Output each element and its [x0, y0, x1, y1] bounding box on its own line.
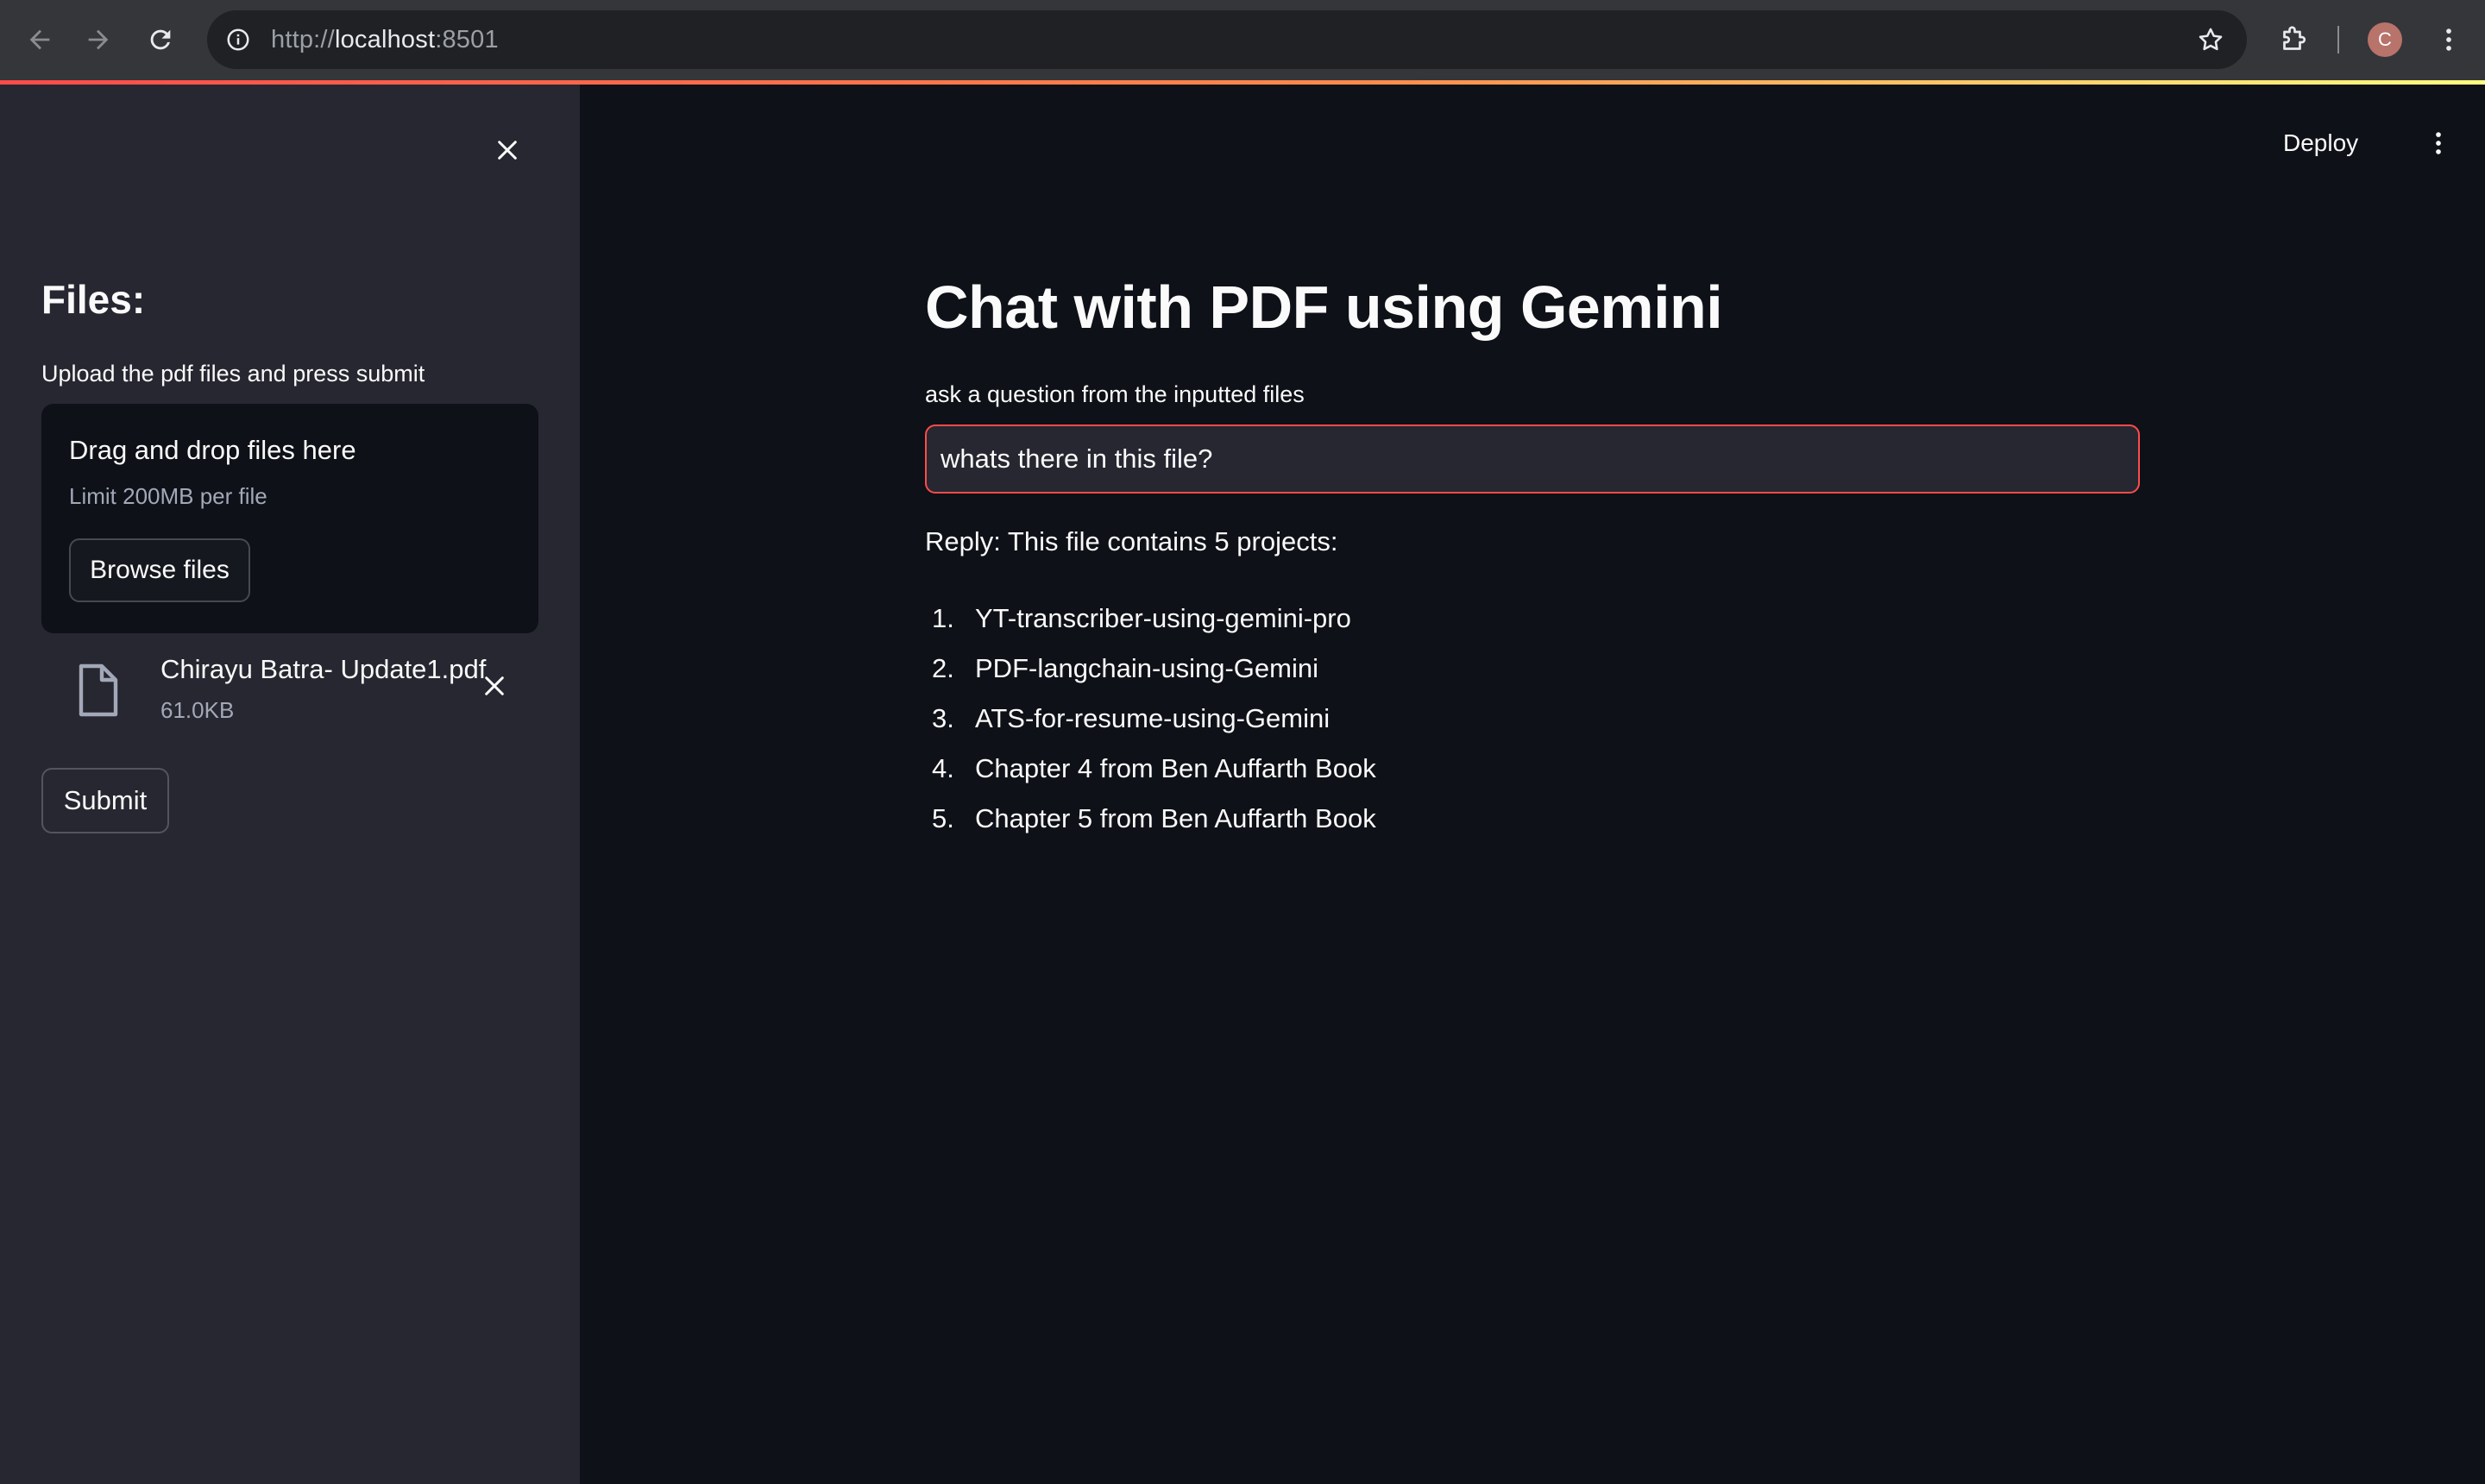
url-text: http://localhost:8501	[271, 26, 499, 53]
reload-icon	[150, 29, 171, 50]
list-number: 3.	[932, 703, 954, 733]
list-item-text: Chapter 4 from Ben Auffarth Book	[975, 753, 1376, 783]
close-icon	[498, 141, 517, 160]
reply-list-item: 4. Chapter 4 from Ben Auffarth Book	[925, 744, 1376, 794]
uploaded-file-size: 61.0KB	[160, 697, 235, 723]
reply-text: Reply: This file contains 5 projects:	[925, 526, 1338, 556]
sidebar: Files: Upload the pdf files and press su…	[0, 85, 580, 1484]
question-input[interactable]	[925, 424, 2140, 494]
kebab-menu-icon	[2436, 132, 2441, 154]
file-icon	[76, 663, 121, 718]
list-item-text: YT-transcriber-using-gemini-pro	[975, 603, 1351, 633]
uploaded-file-name: Chirayu Batra- Update1.pdf	[160, 654, 487, 684]
back-arrow-icon	[29, 29, 50, 50]
toolbar-divider	[2337, 26, 2339, 53]
reload-button[interactable]	[140, 19, 181, 60]
list-item-text: PDF-langchain-using-Gemini	[975, 653, 1318, 683]
app-menu-button[interactable]	[2418, 123, 2459, 164]
extensions-button[interactable]	[2273, 19, 2314, 60]
browse-files-button[interactable]: Browse files	[69, 538, 250, 602]
main-content: Deploy Chat with PDF using Gemini ask a …	[580, 85, 2485, 1484]
remove-file-button[interactable]	[475, 666, 514, 706]
address-bar[interactable]: http://localhost:8501	[207, 10, 2247, 69]
file-dropzone[interactable]: Drag and drop files here Limit 200MB per…	[41, 404, 538, 633]
list-item-text: ATS-for-resume-using-Gemini	[975, 703, 1331, 733]
reply-list-item: 3. ATS-for-resume-using-Gemini	[925, 694, 1376, 744]
sidebar-close-button[interactable]	[487, 129, 528, 171]
back-button[interactable]	[19, 19, 60, 60]
close-icon	[485, 676, 504, 695]
browser-menu-button[interactable]	[2428, 19, 2469, 60]
question-label: ask a question from the inputted files	[925, 381, 1305, 407]
deploy-button[interactable]: Deploy	[2283, 123, 2358, 164]
reply-list-item: 1. YT-transcriber-using-gemini-pro	[925, 594, 1376, 644]
page-title: Chat with PDF using Gemini	[925, 274, 1723, 341]
list-item-text: Chapter 5 from Ben Auffarth Book	[975, 803, 1376, 833]
list-number: 4.	[932, 753, 954, 783]
reply-list-item: 5. Chapter 5 from Ben Auffarth Book	[925, 794, 1376, 844]
dropzone-title: Drag and drop files here	[69, 435, 356, 465]
extensions-puzzle-icon	[2283, 26, 2306, 50]
uploader-label: Upload the pdf files and press submit	[41, 361, 425, 387]
kebab-menu-icon	[2446, 28, 2451, 51]
dropzone-limit: Limit 200MB per file	[69, 483, 267, 509]
list-number: 2.	[932, 653, 954, 683]
list-number: 1.	[932, 603, 954, 633]
list-number: 5.	[932, 803, 954, 833]
browser-toolbar: http://localhost:8501 C	[0, 0, 2485, 80]
bookmark-star-icon[interactable]	[2193, 22, 2228, 57]
profile-avatar[interactable]: C	[2368, 22, 2402, 57]
reply-list: 1. YT-transcriber-using-gemini-pro 2. PDF-…	[925, 594, 1376, 844]
sidebar-title: Files:	[41, 277, 146, 322]
reply-list-item: 2. PDF-langchain-using-Gemini	[925, 644, 1376, 694]
site-info-icon[interactable]	[221, 22, 255, 57]
submit-button[interactable]: Submit	[41, 768, 169, 833]
forward-button[interactable]	[78, 19, 119, 60]
forward-arrow-icon	[88, 29, 109, 50]
uploaded-file-item: Chirayu Batra- Update1.pdf 61.0KB	[41, 645, 538, 740]
